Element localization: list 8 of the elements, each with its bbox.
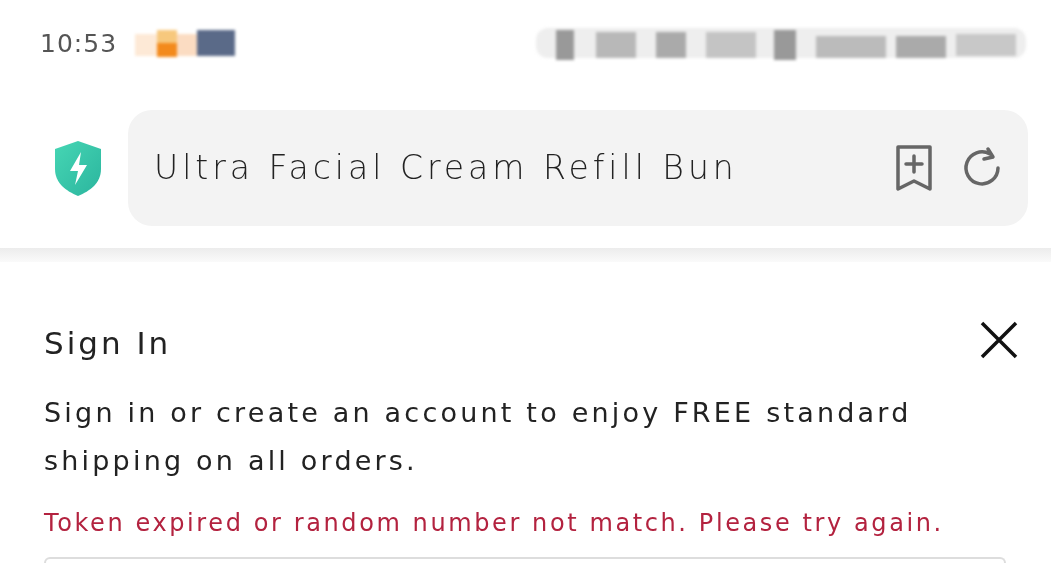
address-bar[interactable]: Ultra Facial Cream Refill Bun [128, 110, 1028, 226]
status-time: 10:53 [40, 28, 118, 61]
dialog-message: Sign in or create an account to enjoy FREE standard shipping on all orders. [44, 395, 913, 478]
shield-icon [52, 139, 104, 197]
input-field[interactable] [44, 556, 1006, 563]
error-message: Token expired or random number not match. Please try again. [44, 507, 945, 539]
dialog-title: Sign In [44, 324, 172, 363]
close-icon[interactable] [979, 320, 1019, 360]
